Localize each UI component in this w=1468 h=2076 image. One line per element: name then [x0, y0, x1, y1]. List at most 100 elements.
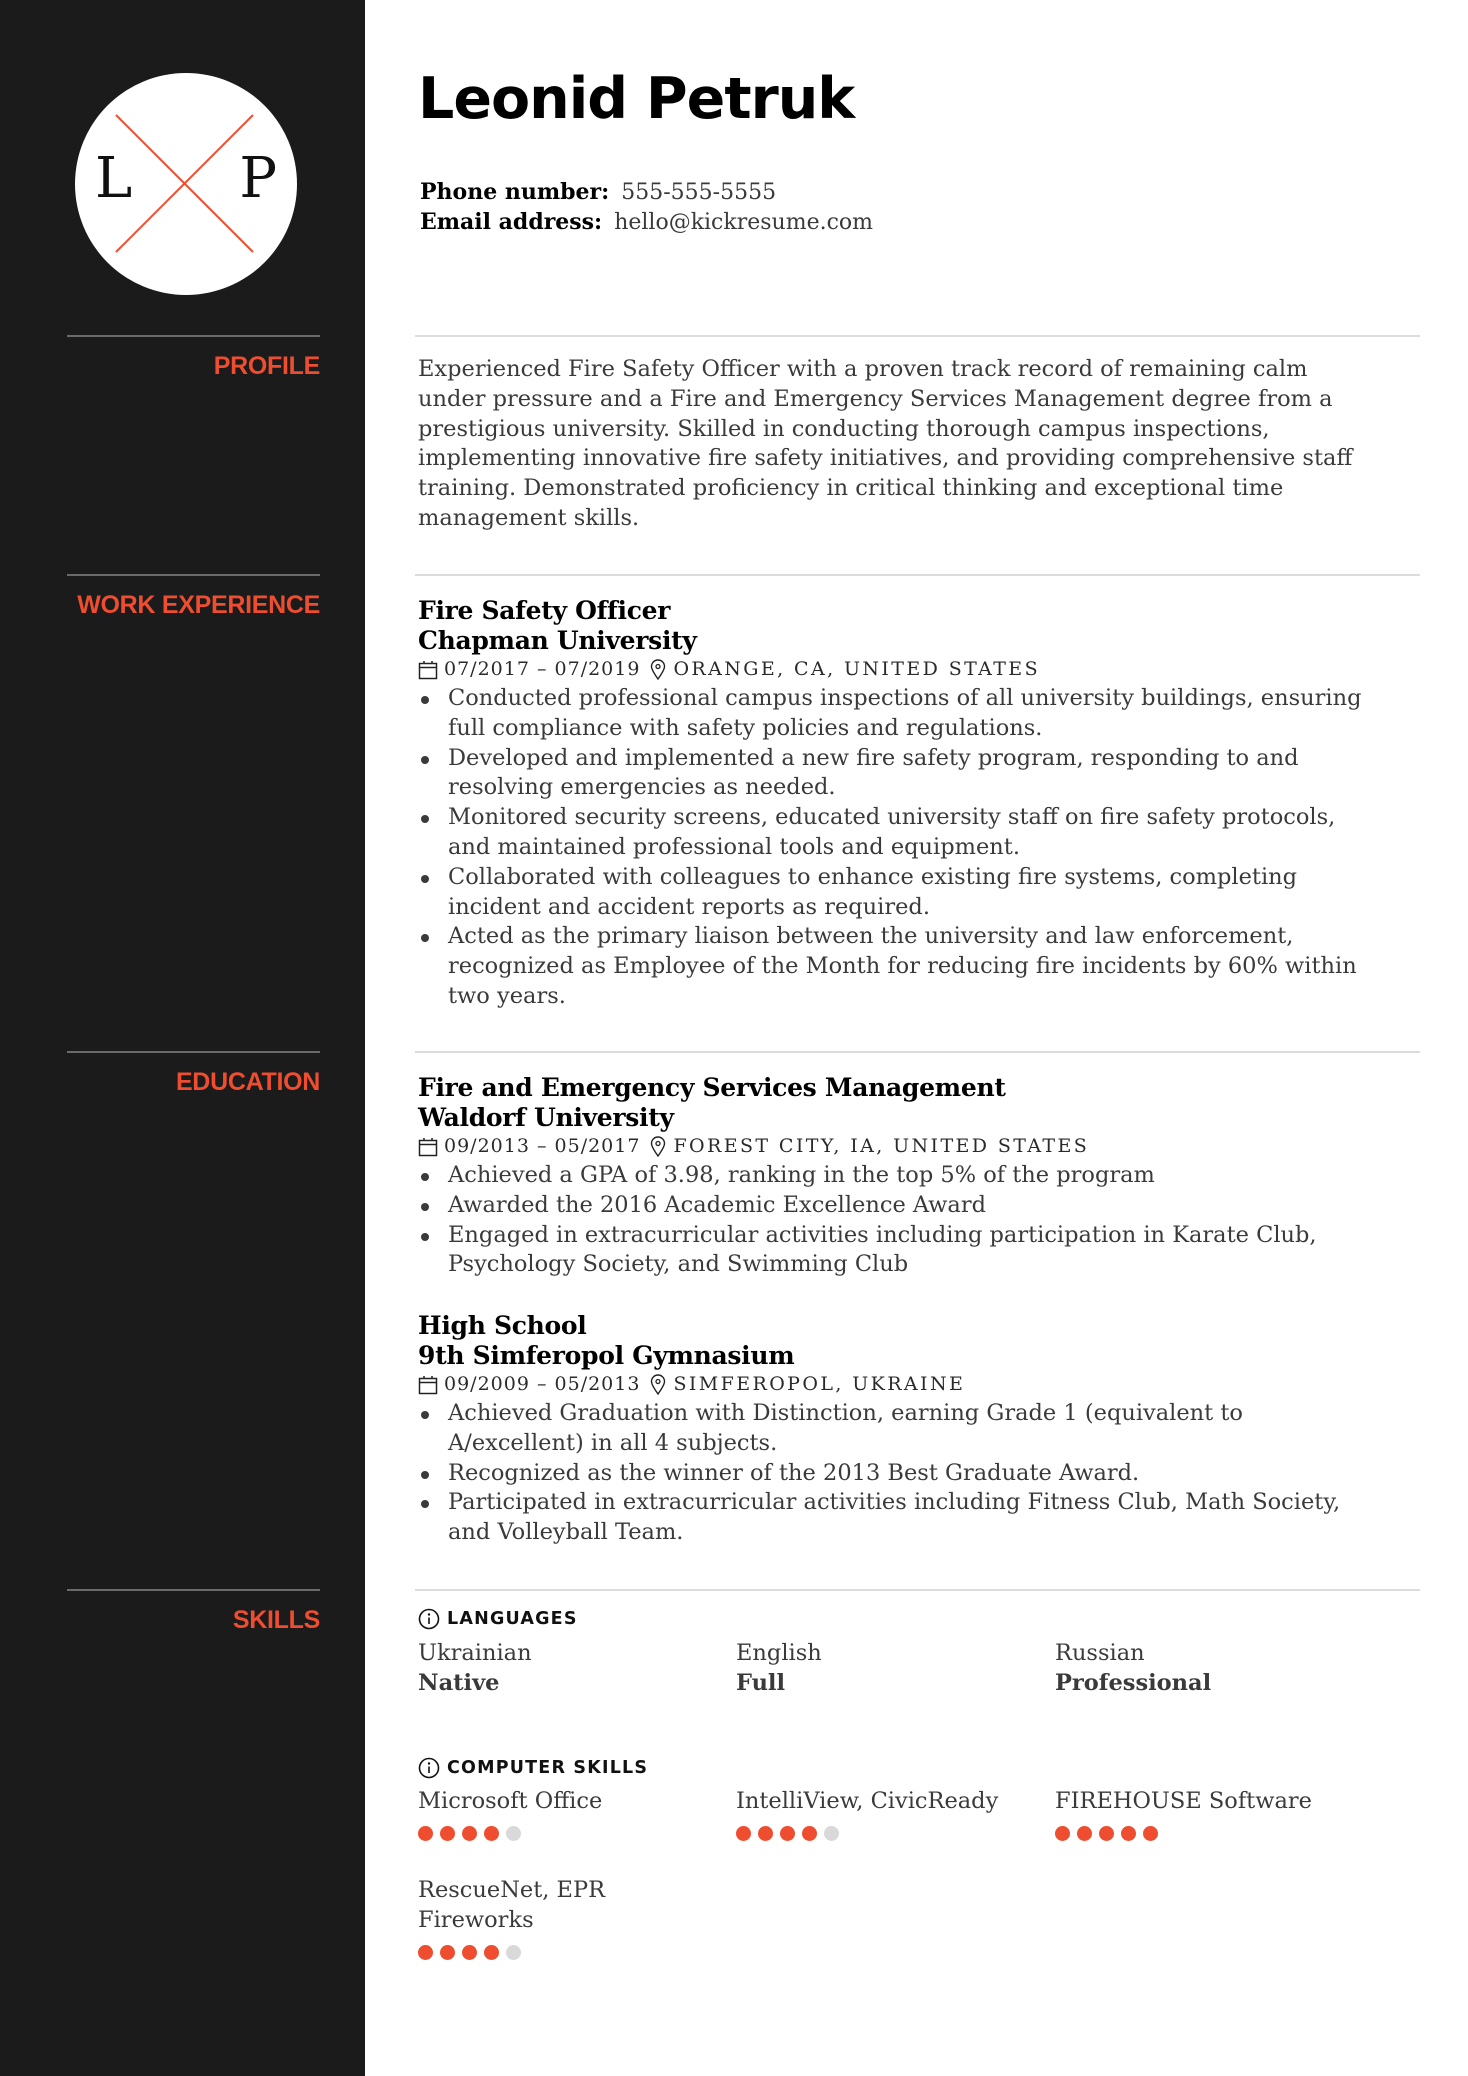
work-entry: Fire Safety Officer Chapman University 0… [418, 596, 1418, 1012]
bullet-item: Achieved a GPA of 3.98, ranking in the t… [418, 1161, 1378, 1191]
computer-skill-item: Microsoft Office [418, 1786, 718, 1841]
skill-rating [736, 1826, 1036, 1841]
sidebar-divider [67, 574, 320, 576]
skill-category-label: COMPUTER SKILLS [447, 1758, 649, 1778]
skill-category-label: LANGUAGES [447, 1609, 578, 1629]
section-heading-education: EDUCATION [175, 1068, 320, 1096]
candidate-name: Leonid Petruk [418, 66, 855, 132]
entry-dates: 09/2013 – 05/2017 [444, 1135, 641, 1157]
email-value[interactable]: hello@kickresume.com [614, 210, 873, 235]
entry-location: ORANGE, CA, UNITED STATES [673, 658, 1040, 680]
location-pin-icon [651, 658, 666, 680]
bullet-item: Acted as the primary liaison between the… [418, 922, 1378, 1011]
phone-label: Phone number: [420, 179, 610, 205]
bullet-item: Collaborated with colleagues to enhance … [418, 863, 1378, 923]
rating-dot-filled [1121, 1826, 1136, 1841]
rating-dot-filled [758, 1826, 773, 1841]
entry-dates: 09/2009 – 05/2013 [444, 1373, 641, 1395]
entry-meta: 09/2013 – 05/2017 FOREST CITY, IA, UNITE… [418, 1132, 1418, 1161]
degree-title: Fire and Emergency Services Management [418, 1073, 1006, 1102]
rating-dot-filled [780, 1826, 795, 1841]
bullet-item: Awarded the 2016 Academic Excellence Awa… [418, 1191, 1378, 1221]
rating-dot-filled [802, 1826, 817, 1841]
entry-location: SIMFEROPOL, UKRAINE [673, 1373, 966, 1395]
computer-skill-name: Microsoft Office [418, 1788, 603, 1814]
calendar-icon [418, 1375, 438, 1394]
rating-dot-filled [484, 1945, 499, 1960]
rating-dot-filled [418, 1945, 433, 1960]
calendar-icon [418, 1137, 438, 1156]
skill-category-computer: COMPUTER SKILLS [418, 1757, 648, 1779]
rating-dot-filled [418, 1826, 433, 1841]
rating-dot-filled [1099, 1826, 1114, 1841]
phone-value[interactable]: 555-555-5555 [621, 180, 776, 205]
language-item: Ukrainian Native [418, 1638, 718, 1698]
location-pin-icon [651, 1373, 666, 1395]
profile-summary: Experienced Fire Safety Officer with a p… [418, 356, 1353, 531]
education-bullets: Achieved Graduation with Distinction, ea… [418, 1399, 1418, 1548]
sidebar-divider [67, 1589, 320, 1591]
language-item: English Full [736, 1638, 1036, 1698]
section-divider [415, 1051, 1420, 1053]
skill-rating [1055, 1826, 1355, 1841]
language-level: Professional [1055, 1670, 1212, 1696]
computer-skill-name: IntelliView, CivicReady [736, 1788, 999, 1814]
school-name: Waldorf University [418, 1102, 674, 1132]
monogram-logo: L P [75, 73, 297, 295]
bullet-item: Engaged in extracurricular activities in… [418, 1221, 1378, 1281]
rating-dot-filled [1143, 1826, 1158, 1841]
section-heading-work: WORK EXPERIENCE [77, 591, 320, 619]
entry-meta: 09/2009 – 05/2013 SIMFEROPOL, UKRAINE [418, 1370, 1418, 1399]
rating-dot-filled [440, 1826, 455, 1841]
computer-skill-item: IntelliView, CivicReady [736, 1786, 1036, 1841]
education-entry: Fire and Emergency Services Management W… [418, 1073, 1418, 1280]
sidebar-divider [67, 335, 320, 337]
skill-rating [418, 1945, 618, 1960]
rating-dot-empty [506, 1826, 521, 1841]
info-icon [418, 1608, 440, 1630]
entry-location: FOREST CITY, IA, UNITED STATES [673, 1135, 1090, 1157]
computer-skill-name: FIREHOUSE Software [1055, 1788, 1312, 1814]
employer: Chapman University [418, 625, 697, 655]
job-title: Fire Safety Officer [418, 596, 671, 625]
bullet-item: Conducted professional campus inspection… [418, 684, 1378, 744]
section-divider [415, 574, 1420, 576]
language-name: English [736, 1640, 822, 1666]
monogram-letter-left: L [95, 146, 133, 211]
degree-title: High School [418, 1311, 587, 1340]
entry-dates: 07/2017 – 07/2019 [444, 658, 641, 680]
bullet-item: Developed and implemented a new fire saf… [418, 744, 1378, 804]
bullet-item: Achieved Graduation with Distinction, ea… [418, 1399, 1378, 1459]
info-icon [418, 1757, 440, 1779]
contact-email: Email address: hello@kickresume.com [420, 207, 873, 238]
computer-skill-item: RescueNet, EPR Fireworks [418, 1875, 618, 1960]
computer-skill-item: FIREHOUSE Software [1055, 1786, 1355, 1841]
rating-dot-filled [462, 1826, 477, 1841]
section-divider [415, 335, 1420, 337]
section-divider [415, 1589, 1420, 1591]
language-name: Russian [1055, 1640, 1145, 1666]
school-name: 9th Simferopol Gymnasium [418, 1340, 795, 1370]
language-name: Ukrainian [418, 1640, 532, 1666]
rating-dot-empty [824, 1826, 839, 1841]
work-bullets: Conducted professional campus inspection… [418, 684, 1418, 1012]
sidebar-divider [67, 1051, 320, 1053]
language-level: Full [736, 1670, 786, 1696]
language-item: Russian Professional [1055, 1638, 1355, 1698]
contact-phone: Phone number: 555-555-5555 [420, 177, 776, 208]
rating-dot-filled [462, 1945, 477, 1960]
skill-category-languages: LANGUAGES [418, 1608, 578, 1630]
bullet-item: Recognized as the winner of the 2013 Bes… [418, 1459, 1378, 1489]
rating-dot-filled [484, 1826, 499, 1841]
rating-dot-empty [506, 1945, 521, 1960]
sidebar: L P PROFILE WORK EXPERIENCE EDUCATION SK… [0, 0, 365, 2076]
location-pin-icon [651, 1135, 666, 1157]
email-label: Email address: [420, 209, 603, 235]
rating-dot-filled [440, 1945, 455, 1960]
bullet-item: Participated in extracurricular activiti… [418, 1488, 1378, 1548]
monogram-letter-right: P [239, 146, 277, 211]
education-bullets: Achieved a GPA of 3.98, ranking in the t… [418, 1161, 1418, 1280]
section-heading-profile: PROFILE [213, 352, 321, 380]
education-entry: High School 9th Simferopol Gymnasium 09/… [418, 1311, 1418, 1548]
rating-dot-filled [1077, 1826, 1092, 1841]
